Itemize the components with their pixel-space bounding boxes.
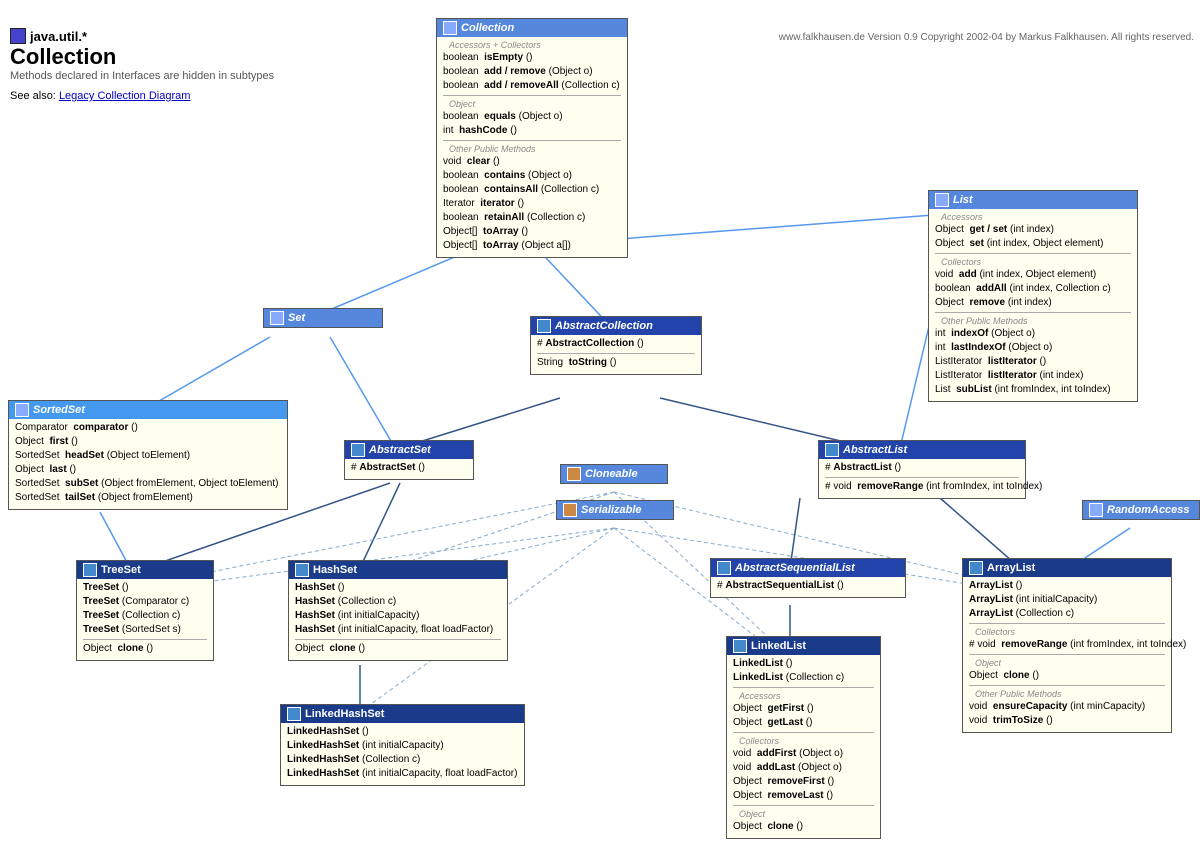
- sortedset-icon: [15, 403, 29, 417]
- sortedset-header: SortedSet: [9, 401, 287, 419]
- abstractcollection-body: # AbstractCollection () String toString …: [531, 335, 701, 374]
- cloneable-icon: [567, 467, 581, 481]
- collection-header: Collection: [437, 19, 627, 37]
- set-box: Set: [263, 308, 383, 328]
- cloneable-header: Cloneable: [561, 465, 667, 483]
- randomaccess-header: RandomAccess: [1083, 501, 1199, 519]
- arraylist-body: ArrayList () ArrayList (int initialCapac…: [963, 577, 1171, 732]
- abstractsequentiallist-box: AbstractSequentialList # AbstractSequent…: [710, 558, 906, 598]
- abstractset-box: AbstractSet # AbstractSet (): [344, 440, 474, 480]
- randomaccess-box: RandomAccess: [1082, 500, 1200, 520]
- treeset-header: TreeSet: [77, 561, 213, 579]
- serializable-box: Serializable: [556, 500, 674, 520]
- cloneable-box: Cloneable: [560, 464, 668, 484]
- linkedhashset-header: LinkedHashSet: [281, 705, 524, 723]
- abstractsequentiallist-body: # AbstractSequentialList (): [711, 577, 905, 597]
- page-main-title: Collection: [10, 44, 274, 70]
- linkedlist-box: LinkedList LinkedList () LinkedList (Col…: [726, 636, 881, 839]
- abstractset-header: AbstractSet: [345, 441, 473, 459]
- abstractset-body: # AbstractSet (): [345, 459, 473, 479]
- legacy-diagram-link[interactable]: Legacy Collection Diagram: [59, 90, 190, 102]
- linkedlist-header: LinkedList: [727, 637, 880, 655]
- abstractcollection-header: AbstractCollection: [531, 317, 701, 335]
- treeset-icon: [83, 563, 97, 577]
- set-header: Set: [264, 309, 382, 327]
- abstractlist-header: AbstractList: [819, 441, 1025, 459]
- sortedset-box: SortedSet Comparator comparator () Objec…: [8, 400, 288, 510]
- copyright: www.falkhausen.de Version 0.9 Copyright …: [779, 32, 1194, 43]
- abstractset-icon: [351, 443, 365, 457]
- see-also: See also: Legacy Collection Diagram: [10, 90, 274, 102]
- abstractsequentiallist-header: AbstractSequentialList: [711, 559, 905, 577]
- collection-body: Accessors + Collectors boolean isEmpty (…: [437, 37, 627, 257]
- treeset-box: TreeSet TreeSet () TreeSet (Comparator c…: [76, 560, 214, 661]
- linkedlist-body: LinkedList () LinkedList (Collection c) …: [727, 655, 880, 838]
- abstractcollection-box: AbstractCollection # AbstractCollection …: [530, 316, 702, 375]
- page-icon: [10, 28, 26, 44]
- list-box: List Accessors Object get / set (int ind…: [928, 190, 1138, 402]
- page-package: java.util.*: [30, 29, 87, 44]
- linkedhashset-box: LinkedHashSet LinkedHashSet () LinkedHas…: [280, 704, 525, 786]
- arraylist-icon: [969, 561, 983, 575]
- page-subtitle: Methods declared in Interfaces are hidde…: [10, 70, 274, 82]
- linkedlist-icon: [733, 639, 747, 653]
- abstractlist-box: AbstractList # AbstractList () # void re…: [818, 440, 1026, 499]
- abstractsequentiallist-icon: [717, 561, 731, 575]
- list-header: List: [929, 191, 1137, 209]
- treeset-body: TreeSet () TreeSet (Comparator c) TreeSe…: [77, 579, 213, 660]
- list-icon: [935, 193, 949, 207]
- serializable-icon: [563, 503, 577, 517]
- hashset-box: HashSet HashSet () HashSet (Collection c…: [288, 560, 508, 661]
- abstractcollection-icon: [537, 319, 551, 333]
- hashset-body: HashSet () HashSet (Collection c) HashSe…: [289, 579, 507, 660]
- linkedhashset-icon: [287, 707, 301, 721]
- collection-box: Collection Accessors + Collectors boolea…: [436, 18, 628, 258]
- sortedset-body: Comparator comparator () Object first ()…: [9, 419, 287, 509]
- collection-icon: [443, 21, 457, 35]
- page-title-area: java.util.* Collection Methods declared …: [10, 28, 274, 102]
- hashset-header: HashSet: [289, 561, 507, 579]
- hashset-icon: [295, 563, 309, 577]
- arraylist-header: ArrayList: [963, 559, 1171, 577]
- serializable-header: Serializable: [557, 501, 673, 519]
- randomaccess-icon: [1089, 503, 1103, 517]
- abstractlist-icon: [825, 443, 839, 457]
- list-body: Accessors Object get / set (int index) O…: [929, 209, 1137, 401]
- linkedhashset-body: LinkedHashSet () LinkedHashSet (int init…: [281, 723, 524, 785]
- arraylist-box: ArrayList ArrayList () ArrayList (int in…: [962, 558, 1172, 733]
- set-icon: [270, 311, 284, 325]
- abstractlist-body: # AbstractList () # void removeRange (in…: [819, 459, 1025, 498]
